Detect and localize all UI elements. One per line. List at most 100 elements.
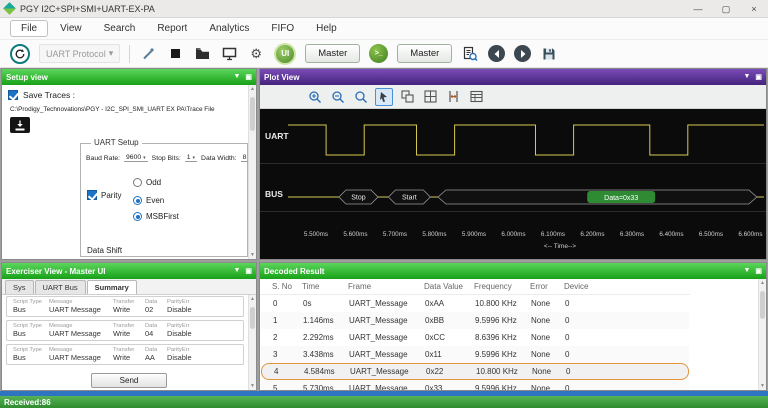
float-panel-icon[interactable]: ▣: [245, 73, 252, 81]
table-cell: 0: [565, 350, 689, 359]
next-frame-button[interactable]: [514, 45, 531, 62]
settings-button[interactable]: ⚙: [247, 45, 265, 63]
waveform-area[interactable]: UART BUS StopStartData=0x33 5.500ms5.600…: [260, 109, 766, 259]
master-button-1[interactable]: Master: [305, 44, 360, 63]
column-header[interactable]: S. No: [272, 282, 302, 291]
menu-search[interactable]: Search: [94, 21, 146, 36]
scrollbar-thumb[interactable]: [250, 97, 255, 131]
device-monitor-button[interactable]: [220, 45, 238, 63]
select-tool-button[interactable]: [375, 88, 393, 106]
menu-fifo[interactable]: FIFO: [261, 21, 304, 36]
search-results-button[interactable]: [461, 45, 479, 63]
save-button[interactable]: [540, 45, 558, 63]
table-cell: None: [531, 350, 565, 359]
decoded-scrollbar[interactable]: ▲ ▼: [758, 279, 766, 390]
baud-rate-select[interactable]: 9600 ▾: [124, 154, 148, 162]
setup-scrollbar[interactable]: ▲ ▼: [248, 85, 256, 259]
menu-help[interactable]: Help: [306, 21, 347, 36]
table-row[interactable]: 22.292msUART_Message0xCC8.6396 KHzNone0: [261, 329, 689, 346]
send-button[interactable]: Send: [91, 373, 167, 388]
run-capture-button[interactable]: [10, 44, 30, 64]
menu-file[interactable]: File: [10, 20, 48, 37]
time-tick-label: 6.500ms: [699, 231, 723, 238]
float-panel-icon[interactable]: ▣: [755, 267, 762, 275]
table-cell: UART_Message: [349, 350, 425, 359]
list-item[interactable]: Script TypeMessageTransferDataParityErrB…: [6, 296, 244, 317]
column-header[interactable]: Data Value: [424, 282, 474, 291]
table-cell: 1.146ms: [303, 316, 349, 325]
collapse-icon[interactable]: ▼: [743, 267, 750, 275]
decoded-table-body: 00sUART_Message0xAA10.800 KHzNone011.146…: [260, 295, 756, 390]
column-header[interactable]: Frequency: [474, 282, 530, 291]
tab-sys[interactable]: Sys: [5, 280, 34, 294]
scroll-up-icon[interactable]: ▲: [249, 86, 256, 92]
table-row[interactable]: 55.730msUART_Message0x339.5996 KHzNone0: [261, 380, 689, 390]
browse-trace-folder-button[interactable]: [10, 117, 30, 133]
table-row[interactable]: 44.584msUART_Message0x2210.800 KHzNone0: [261, 363, 689, 380]
stop-bits-select[interactable]: 1 ▾: [185, 154, 197, 162]
scrollbar-thumb[interactable]: [250, 307, 255, 329]
collapse-icon[interactable]: ▼: [233, 73, 240, 81]
table-cell: 0x22: [426, 367, 476, 376]
table-cell: 0: [565, 333, 689, 342]
msb-first-radio[interactable]: [133, 212, 142, 221]
list-item[interactable]: Script TypeMessageTransferDataParityErrB…: [6, 320, 244, 341]
column-header[interactable]: Frame: [348, 282, 424, 291]
table-row[interactable]: 11.146msUART_Message0xBB9.5996 KHzNone0: [261, 312, 689, 329]
parity-even-radio[interactable]: [133, 196, 142, 205]
script-console-button[interactable]: >_: [369, 44, 388, 63]
list-item[interactable]: Script TypeMessageTransferDataParityErrB…: [6, 344, 244, 365]
parity-even-label: Even: [146, 196, 164, 205]
column-header[interactable]: Time: [302, 282, 348, 291]
tab-uart-bus[interactable]: UART Bus: [35, 280, 86, 294]
scroll-down-icon[interactable]: ▼: [249, 383, 256, 389]
previous-frame-button[interactable]: [488, 45, 505, 62]
setup-view-header: Setup view ▼ ▣: [2, 69, 256, 85]
menu-view[interactable]: View: [50, 21, 92, 36]
probe-button[interactable]: [139, 45, 157, 63]
close-button[interactable]: ×: [740, 0, 768, 18]
table-view-button[interactable]: [467, 88, 485, 106]
scrollbar-thumb[interactable]: [760, 291, 765, 319]
zoom-in-button[interactable]: [306, 88, 324, 106]
title-bar: PGY I2C+SPI+SMI+UART-EX-PA — ▢ ×: [0, 0, 768, 18]
tab-summary[interactable]: Summary: [87, 280, 137, 294]
stop-button[interactable]: [166, 45, 184, 63]
ui-mode-button[interactable]: UI: [274, 43, 296, 65]
zoom-fit-button[interactable]: [352, 88, 370, 106]
scroll-up-icon[interactable]: ▲: [249, 296, 256, 302]
menu-analytics[interactable]: Analytics: [199, 21, 259, 36]
tile-view-button[interactable]: [398, 88, 416, 106]
table-row[interactable]: 33.438msUART_Message0x119.5996 KHzNone0: [261, 346, 689, 363]
float-panel-icon[interactable]: ▣: [245, 267, 252, 275]
table-cell: 4.584ms: [304, 367, 350, 376]
grid-view-button[interactable]: [421, 88, 439, 106]
open-folder-button[interactable]: [193, 45, 211, 63]
save-traces-checkbox[interactable]: [8, 90, 18, 100]
app-logo-icon: [3, 2, 16, 15]
master-button-2[interactable]: Master: [397, 44, 452, 63]
zoom-out-button[interactable]: [329, 88, 347, 106]
column-header[interactable]: Device: [564, 282, 690, 291]
minimize-button[interactable]: —: [684, 0, 712, 18]
collapse-icon[interactable]: ▼: [743, 73, 750, 81]
maximize-button[interactable]: ▢: [712, 0, 740, 18]
column-header[interactable]: Error: [530, 282, 564, 291]
channel-label-uart: UART: [265, 131, 289, 141]
entry-value: Disable: [167, 353, 209, 362]
exerciser-scrollbar[interactable]: ▲ ▼: [248, 295, 256, 390]
scroll-down-icon[interactable]: ▼: [249, 252, 256, 258]
protocol-select[interactable]: UART Protocol ▾: [39, 44, 120, 63]
marker-button[interactable]: [444, 88, 462, 106]
table-row[interactable]: 00sUART_Message0xAA10.800 KHzNone0: [261, 295, 689, 312]
table-cell: UART_Message: [350, 367, 426, 376]
menu-report[interactable]: Report: [147, 21, 197, 36]
collapse-icon[interactable]: ▼: [233, 267, 240, 275]
table-cell: None: [531, 299, 565, 308]
float-panel-icon[interactable]: ▣: [755, 73, 762, 81]
scroll-up-icon[interactable]: ▲: [759, 280, 766, 286]
parity-odd-radio[interactable]: [133, 178, 142, 187]
group-title: UART Setup: [91, 138, 142, 147]
parity-checkbox[interactable]: [87, 190, 97, 200]
scroll-down-icon[interactable]: ▼: [759, 383, 766, 389]
